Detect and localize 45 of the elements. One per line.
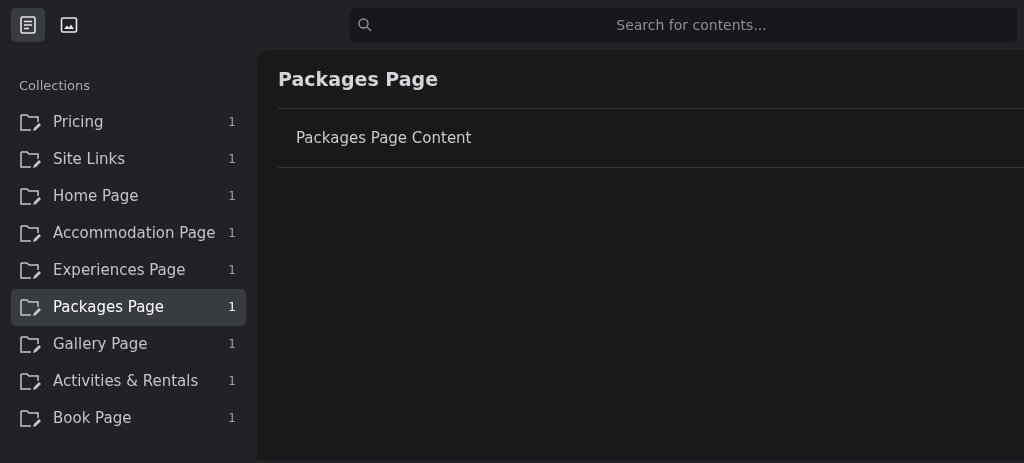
folder-edit-icon	[19, 185, 43, 207]
folder-edit-icon	[19, 148, 43, 170]
collection-item[interactable]: Site Links 1	[11, 140, 246, 178]
collection-item[interactable]: Experiences Page 1	[11, 251, 246, 289]
search-input[interactable]: Search for contents...	[373, 13, 1010, 37]
collection-item[interactable]: Book Page 1	[11, 399, 246, 437]
collection-item[interactable]: Packages Page 1	[11, 288, 246, 326]
collection-label: Gallery Page	[53, 333, 148, 355]
search-icon	[357, 17, 373, 33]
item-count: 1	[228, 114, 236, 131]
collection-item[interactable]: Activities & Rentals 1	[11, 362, 246, 400]
folder-edit-icon	[19, 296, 43, 318]
collection-label: Packages Page	[53, 296, 165, 318]
collection-label: Accommodation Page	[53, 222, 216, 244]
view-tab[interactable]	[11, 8, 45, 42]
folder-edit-icon	[19, 333, 43, 355]
search-field[interactable]: Search for contents...	[350, 8, 1017, 42]
document-icon	[18, 15, 38, 35]
item-count: 1	[228, 410, 236, 427]
image-icon	[59, 15, 79, 35]
item-count: 1	[228, 336, 236, 353]
folder-edit-icon	[19, 111, 43, 133]
folder-edit-icon	[19, 259, 43, 281]
section-heading: Collections	[18, 77, 92, 95]
folder-edit-icon	[19, 407, 43, 429]
collection-label: Activities & Rentals	[53, 370, 199, 392]
collection-label: Book Page	[53, 407, 132, 429]
collection-item[interactable]: Home Page 1	[11, 177, 246, 215]
page-title: Packages Page	[278, 68, 440, 91]
item-count: 1	[228, 262, 236, 279]
item-count: 1	[228, 299, 236, 316]
item-count: 1	[228, 188, 236, 205]
collection-item[interactable]: Gallery Page 1	[11, 325, 246, 363]
item-count: 1	[228, 151, 236, 168]
collection-item[interactable]: Pricing 1	[11, 103, 246, 141]
folder-edit-icon	[19, 222, 43, 244]
collection-label: Home Page	[53, 185, 139, 207]
item-count: 1	[228, 225, 236, 242]
collection-label: Experiences Page	[53, 259, 186, 281]
folder-edit-icon	[19, 370, 43, 392]
collection-label: Pricing	[53, 111, 104, 133]
content-entry[interactable]: Packages Page Content	[296, 126, 472, 150]
item-count: 1	[228, 373, 236, 390]
collection-item[interactable]: Accommodation Page 1	[11, 214, 246, 252]
collection-label: Site Links	[53, 148, 126, 170]
